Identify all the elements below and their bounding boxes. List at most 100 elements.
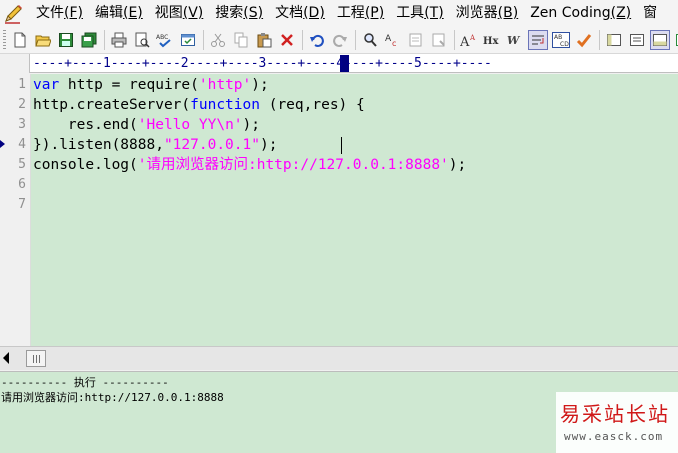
fullscreen-icon[interactable] [673,30,678,50]
ruler-gutter [0,54,30,73]
code-line[interactable]: var http = require('http'); [33,75,269,95]
line-number: 5 [18,157,26,172]
code-editor[interactable]: 1 2 3 4 5 6 7 var http = require('http')… [0,74,678,346]
svg-text:c: c [392,39,396,48]
panel-bottom-icon[interactable] [650,30,670,50]
svg-text:ABC: ABC [156,34,168,41]
code-token: 'http' [198,77,252,93]
panel-list-icon[interactable] [627,30,647,50]
code-token: ); [448,157,467,173]
svg-text:CD: CD [560,41,569,48]
menu-search[interactable]: 搜索(S) [209,0,269,27]
goto-icon[interactable] [406,30,426,50]
svg-text:A: A [469,34,476,42]
code-token: function [190,97,260,113]
print-preview-icon[interactable] [132,30,152,50]
svg-text:Hx: Hx [483,36,499,47]
menu-bar: 文件(F) 编辑(E) 视图(V) 搜索(S) 文档(D) 工程(P) 工具(T… [0,0,678,27]
line-number: 3 [18,117,26,132]
code-line[interactable]: http.createServer(function (req,res) { [33,95,365,115]
toolbar-grip[interactable] [3,30,6,50]
code-token: console.log( [33,157,138,173]
watermark: 易采站长站 www.easck.com [556,392,678,453]
text-caret [341,137,342,154]
code-line[interactable]: console.log('请用浏览器访问:http://127.0.0.1:88… [33,155,466,175]
svg-text:W: W [507,34,521,47]
current-line-marker-icon [0,140,5,148]
code-token: 'Hello YY\n' [137,117,243,133]
code-line[interactable]: res.end('Hello YY\n'); [33,115,260,135]
browser-preview-icon[interactable] [178,30,198,50]
open-folder-icon[interactable] [33,30,53,50]
toolbar: ABC Ac AA Hx W AB CD [0,27,678,54]
abc-cd-icon[interactable]: AB CD [551,30,571,50]
line-number: 7 [18,197,26,212]
code-token: (req,res) { [259,97,365,113]
code-token: ); [251,77,269,93]
toolbar-separator [599,30,600,50]
delete-icon[interactable] [277,30,297,50]
heading-icon[interactable]: Hx [482,30,502,50]
save-all-icon[interactable] [79,30,99,50]
line-number: 6 [18,177,26,192]
menu-project[interactable]: 工程(P) [331,0,390,27]
menu-document[interactable]: 文档(D) [269,0,331,27]
scrollbar-thumb[interactable] [26,350,46,367]
menu-zen-coding[interactable]: Zen Coding(Z) [524,0,637,27]
code-token: http = require( [59,77,199,93]
toolbar-separator [203,30,204,50]
spellcheck-icon[interactable]: ABC [155,30,175,50]
bookmark-icon[interactable] [429,30,449,50]
line-number-gutter: 1 2 3 4 5 6 7 [0,74,30,346]
menu-browser[interactable]: 浏览器(B) [450,0,525,27]
horizontal-scrollbar[interactable] [0,346,678,370]
pencil-app-icon [2,3,24,25]
code-line[interactable]: }).listen(8888,"127.0.0.1"); [33,135,277,155]
paste-icon[interactable] [254,30,274,50]
menu-tools[interactable]: 工具(T) [390,0,449,27]
toolbar-separator [302,30,303,50]
code-token: var [33,77,60,93]
replace-icon[interactable]: Ac [383,30,403,50]
new-file-icon[interactable] [10,30,30,50]
word-wrap-icon[interactable] [528,30,548,50]
copy-icon[interactable] [231,30,251,50]
font-size-icon[interactable]: AA [459,30,479,50]
toolbar-separator [104,30,105,50]
redo-icon[interactable] [330,30,350,50]
code-token: '请用浏览器访问:http://127.0.0.1:8888' [137,157,449,173]
svg-text:AB: AB [554,34,562,41]
code-token: ); [259,137,278,153]
gutter-divider [30,74,31,346]
code-token: http.createServer( [33,97,191,113]
output-text: 请用浏览器访问:http://127.0.0.1:8888 [1,391,224,404]
save-icon[interactable] [56,30,76,50]
print-icon[interactable] [109,30,129,50]
undo-icon[interactable] [307,30,327,50]
watermark-url: www.easck.com [564,430,664,443]
watermark-title: 易采站长站 [560,402,670,426]
toolbar-separator [355,30,356,50]
toolbar-separator [454,30,455,50]
ruler-scale: ----+----1----+----2----+----3----+----4… [33,56,492,71]
find-icon[interactable] [360,30,380,50]
cut-icon[interactable] [208,30,228,50]
line-number: 2 [18,97,26,112]
line-number: 1 [18,77,26,92]
output-header: ---------- 执行 ---------- [1,376,169,389]
svg-text:A: A [460,35,470,48]
menu-file[interactable]: 文件(F) [30,0,89,27]
code-token: ); [242,117,260,133]
menu-view[interactable]: 视图(V) [149,0,210,27]
menu-window[interactable]: 窗 [637,0,663,27]
checkmark-icon[interactable] [574,30,594,50]
panel-left-icon[interactable] [604,30,624,50]
code-token: "127.0.0.1" [163,137,260,153]
code-token: }).listen(8888, [33,137,164,153]
menu-edit[interactable]: 编辑(E) [89,0,149,27]
scroll-left-arrow-icon[interactable] [3,352,9,364]
code-token: res.end( [33,117,138,133]
svg-text:A: A [385,34,392,44]
ruler: ----+----1----+----2----+----3----+----4… [0,54,678,73]
italic-icon[interactable]: W [505,30,525,50]
